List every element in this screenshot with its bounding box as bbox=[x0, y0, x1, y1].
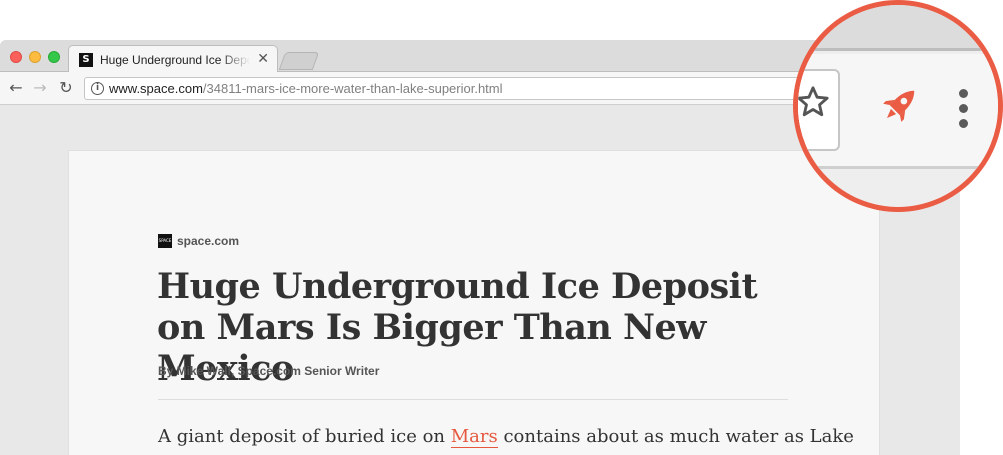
url-domain: www.space.com bbox=[109, 81, 203, 96]
tab-title: Huge Underground Ice Deposit on Mars Is … bbox=[100, 53, 250, 67]
article-byline: By Mike Wall, Space.com Senior Writer bbox=[158, 364, 380, 378]
menu-dot bbox=[959, 104, 968, 113]
source-logo-icon: SPACE bbox=[158, 234, 172, 248]
window-minimize-button[interactable] bbox=[29, 51, 41, 63]
magnified-toolbar bbox=[796, 5, 998, 207]
article-lead: A giant deposit of buried ice on Mars co… bbox=[158, 426, 854, 448]
rocket-icon[interactable] bbox=[878, 83, 922, 127]
favicon-icon: S bbox=[79, 53, 93, 67]
back-arrow-icon[interactable]: ← bbox=[6, 78, 26, 98]
reload-icon[interactable]: ↻ bbox=[56, 78, 76, 98]
address-bar[interactable]: i www.space.com/34811-mars-ice-more-wate… bbox=[84, 77, 844, 100]
magnifier-callout bbox=[793, 0, 1003, 212]
magnified-tab-strip bbox=[798, 5, 998, 51]
url-text[interactable]: www.space.com/34811-mars-ice-more-water-… bbox=[109, 81, 503, 96]
info-icon[interactable]: i bbox=[91, 82, 104, 95]
menu-dot bbox=[959, 89, 968, 98]
window-close-button[interactable] bbox=[10, 51, 22, 63]
mars-link[interactable]: Mars bbox=[450, 426, 498, 448]
divider bbox=[158, 399, 788, 400]
tab-active[interactable]: S Huge Underground Ice Deposit on Mars I… bbox=[68, 45, 278, 73]
lead-text-start: A giant deposit of buried ice on bbox=[158, 426, 451, 447]
window-maximize-button[interactable] bbox=[48, 51, 60, 63]
url-path: /34811-mars-ice-more-water-than-lake-sup… bbox=[202, 81, 503, 96]
close-icon[interactable]: ✕ bbox=[257, 51, 269, 67]
new-tab-button[interactable] bbox=[278, 52, 320, 70]
source-name: space.com bbox=[177, 234, 240, 248]
star-icon[interactable] bbox=[796, 85, 830, 119]
menu-dot bbox=[959, 119, 968, 128]
article-content: SPACE space.com Huge Underground Ice Dep… bbox=[68, 150, 880, 455]
lead-text-end: contains about as much water as Lake bbox=[497, 426, 854, 447]
kebab-menu-icon[interactable] bbox=[958, 89, 970, 129]
forward-arrow-icon[interactable]: → bbox=[30, 78, 50, 98]
